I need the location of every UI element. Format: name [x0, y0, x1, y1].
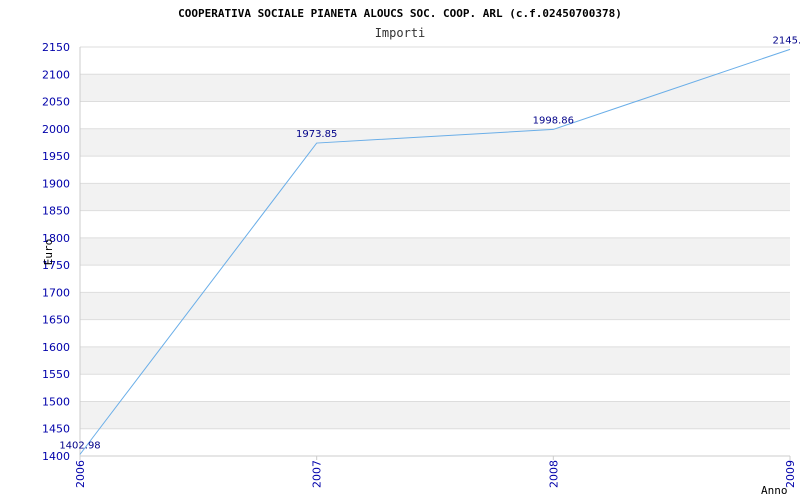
y-tick-label: 1550 — [42, 368, 70, 381]
y-tick-label: 1850 — [42, 205, 70, 218]
y-tick-label: 2100 — [42, 68, 70, 81]
y-axis-label: Euro — [42, 239, 55, 266]
x-tick-label: 2007 — [311, 460, 324, 488]
y-tick-label: 1500 — [42, 395, 70, 408]
y-tick-label: 1450 — [42, 423, 70, 436]
y-tick-label: 1600 — [42, 341, 70, 354]
grid-band — [80, 346, 790, 375]
y-tick-label: 2000 — [42, 123, 70, 136]
data-label: 1998.86 — [533, 115, 574, 126]
y-tick-label: 2150 — [42, 41, 70, 54]
data-label: 1402.98 — [59, 440, 100, 451]
grid-band — [80, 183, 790, 211]
chart-title: COOPERATIVA SOCIALE PIANETA ALOUCS SOC. … — [178, 7, 622, 20]
y-tick-label: 1950 — [42, 150, 70, 163]
grid-band — [80, 401, 790, 429]
x-tick-label: 2006 — [74, 460, 87, 488]
y-tick-label: 1700 — [42, 286, 70, 299]
x-tick-labels: 2006 2007 2008 2009 — [74, 460, 797, 488]
data-label: 1973.85 — [296, 129, 337, 140]
x-tick-label: 2008 — [547, 460, 560, 488]
grid-band — [80, 74, 790, 102]
x-axis-label: Anno — [761, 484, 788, 497]
y-tick-label: 1900 — [42, 177, 70, 190]
y-tick-label: 1650 — [42, 314, 70, 327]
grid-band — [80, 292, 790, 320]
grid-band — [80, 237, 790, 266]
grid-bands — [80, 74, 790, 429]
data-label: 2145.7 — [773, 35, 800, 46]
y-tick-label: 1400 — [42, 450, 70, 463]
y-tick-label: 2050 — [42, 96, 70, 109]
chart-subtitle: Importi — [375, 26, 426, 40]
grid-band — [80, 128, 790, 157]
chart: COOPERATIVA SOCIALE PIANETA ALOUCS SOC. … — [42, 7, 800, 497]
